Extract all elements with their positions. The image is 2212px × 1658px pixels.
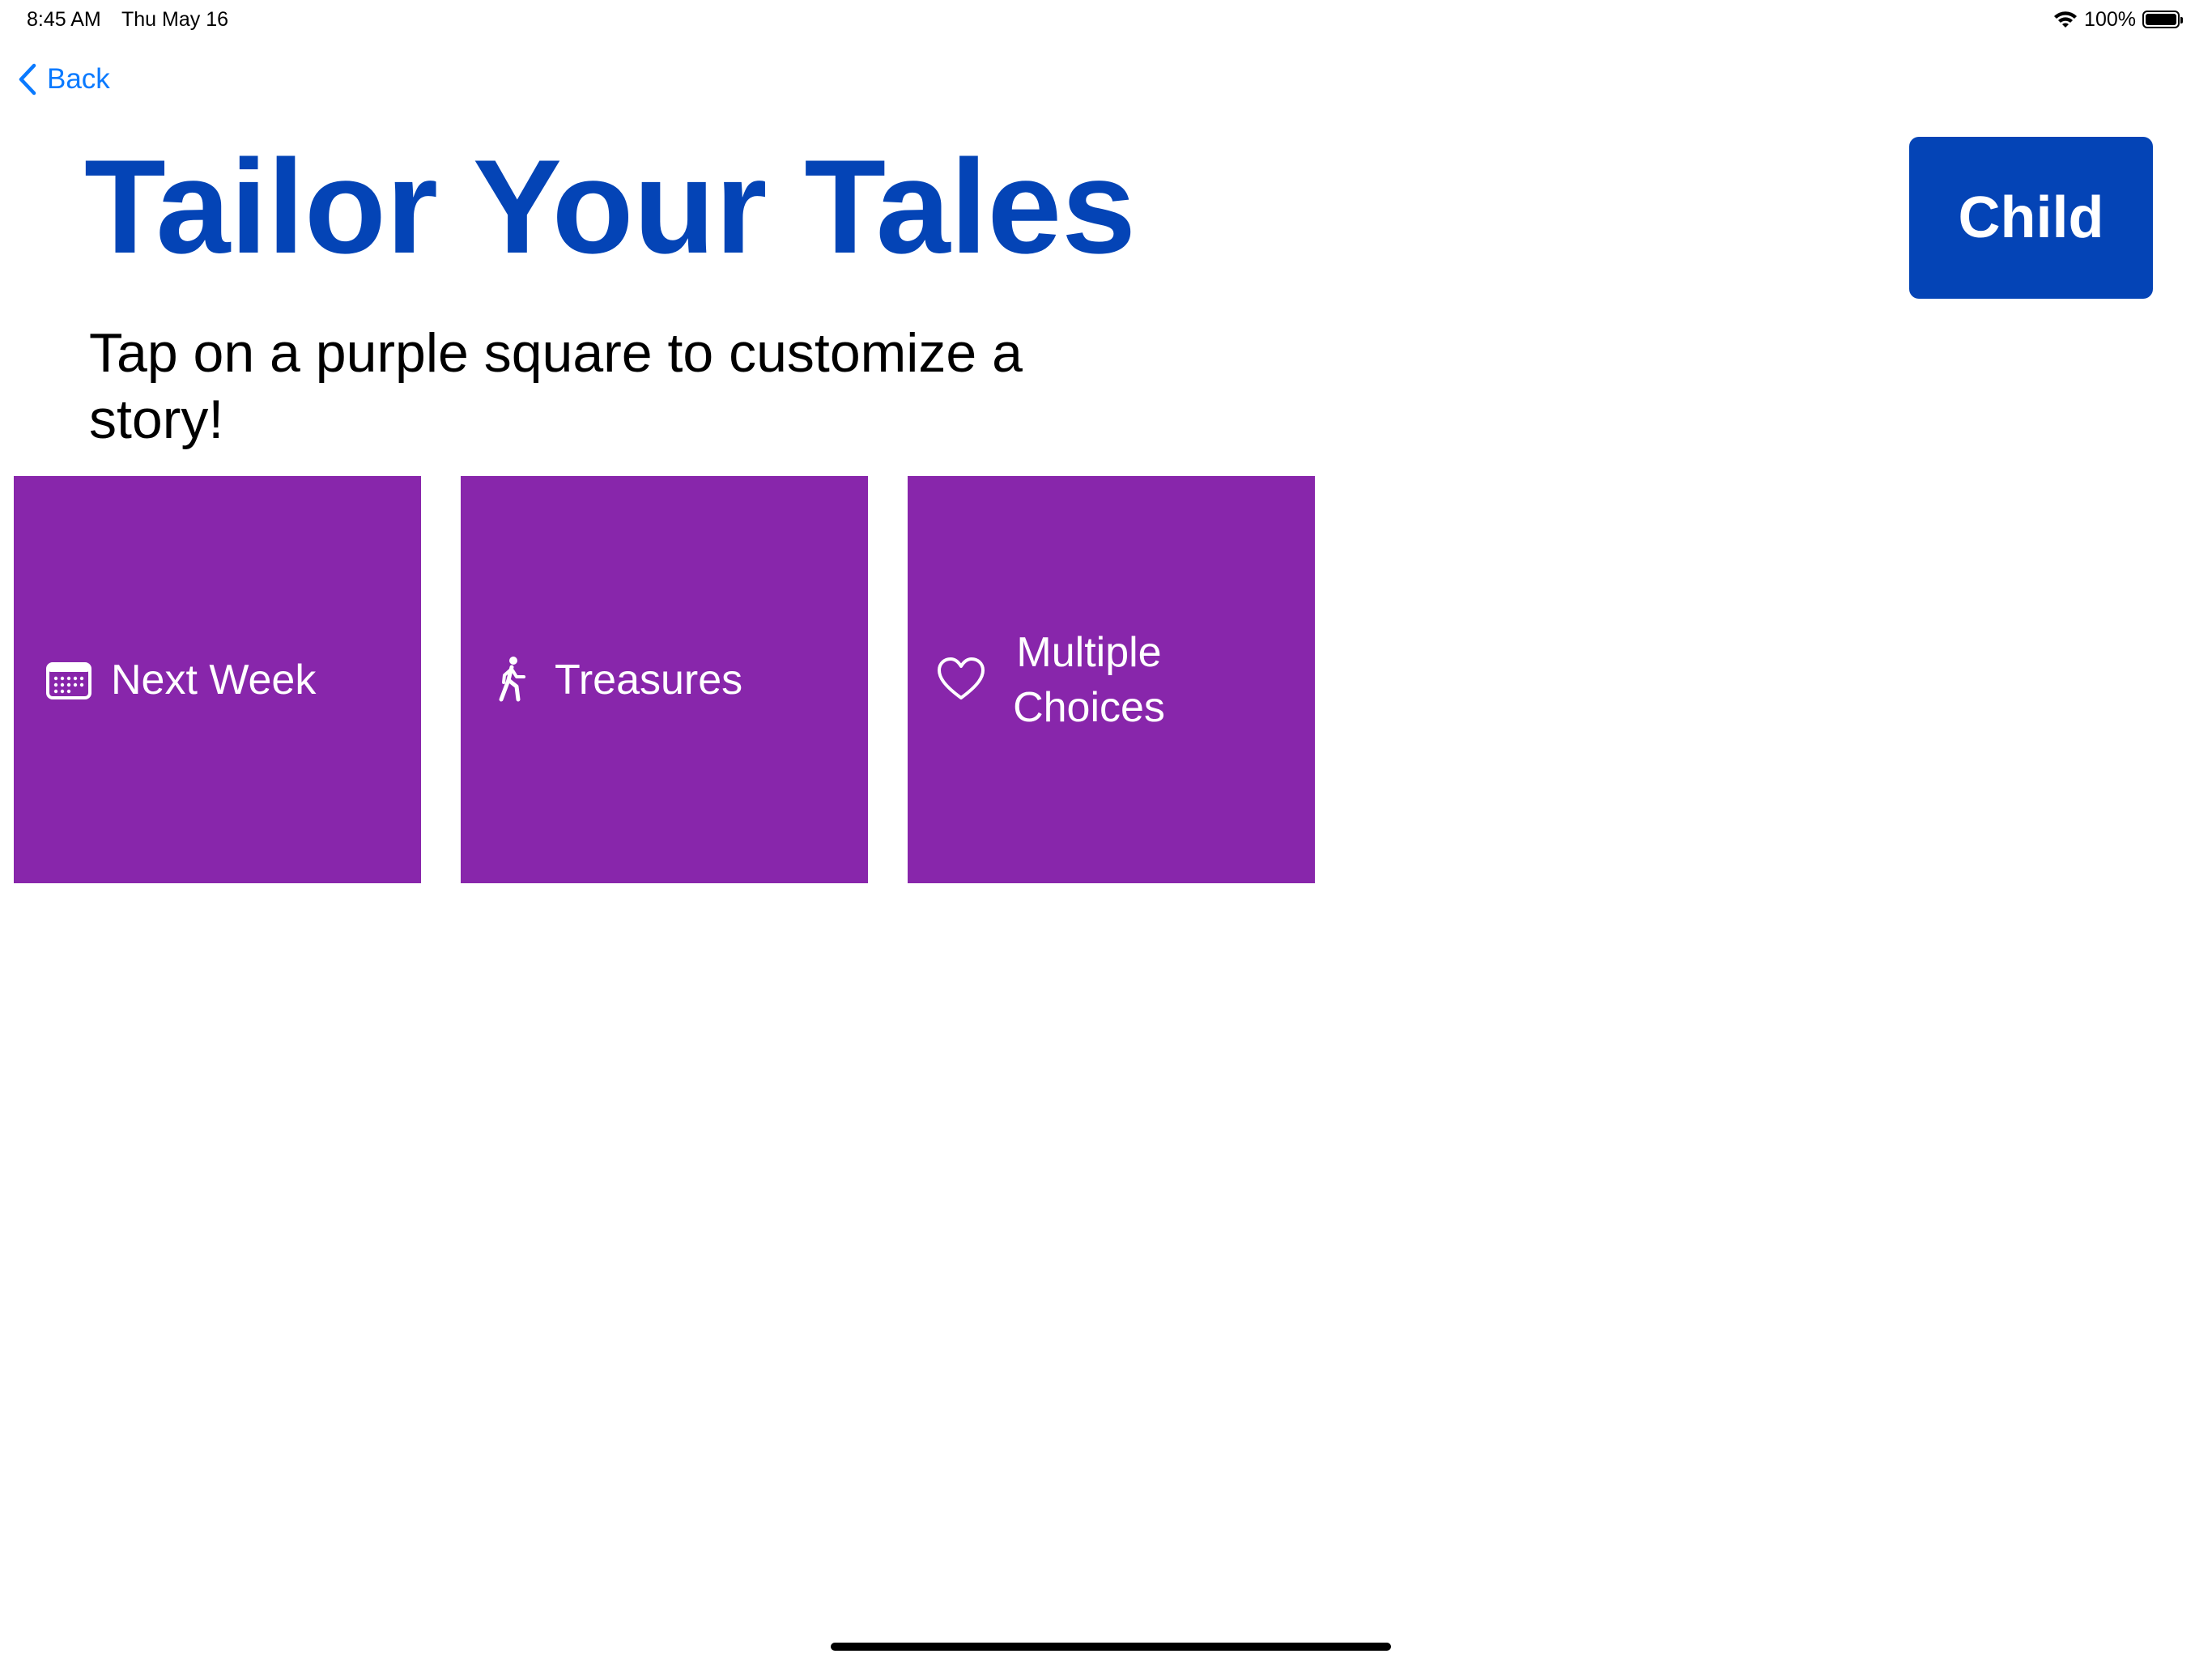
status-date: Thu May 16 xyxy=(121,8,229,31)
status-bar: 8:45 AM Thu May 16 100% xyxy=(0,0,2212,39)
chevron-left-icon xyxy=(19,63,36,96)
walking-person-icon xyxy=(499,656,525,701)
instructions-text: Tap on a purple square to customize a st… xyxy=(89,322,1023,450)
battery-cap xyxy=(2180,17,2183,23)
tile-label: Next Week xyxy=(111,656,317,704)
tile-next-week[interactable]: Next Week xyxy=(14,476,421,883)
wifi-icon xyxy=(2054,11,2078,28)
battery-icon xyxy=(2142,11,2183,28)
back-button[interactable]: Back xyxy=(18,61,110,98)
tile-treasures[interactable]: Treasures xyxy=(461,476,868,883)
battery-fill xyxy=(2146,14,2176,25)
home-indicator[interactable] xyxy=(831,1643,1391,1651)
status-time: 8:45 AM xyxy=(27,8,101,31)
heart-icon xyxy=(938,657,985,699)
back-label: Back xyxy=(47,63,110,95)
status-indicators: 100% xyxy=(2053,7,2183,32)
tile-multiple-choices[interactable]: Multiple Choices xyxy=(908,476,1315,883)
child-mode-button[interactable]: Child xyxy=(1909,137,2153,299)
tile-label: Treasures xyxy=(555,656,743,704)
battery-percent: 100% xyxy=(2084,7,2136,31)
tile-label: Multiple Choices xyxy=(1013,628,1165,731)
page-title: Tailor Your Tales xyxy=(84,132,1136,281)
calendar-icon xyxy=(46,661,91,699)
